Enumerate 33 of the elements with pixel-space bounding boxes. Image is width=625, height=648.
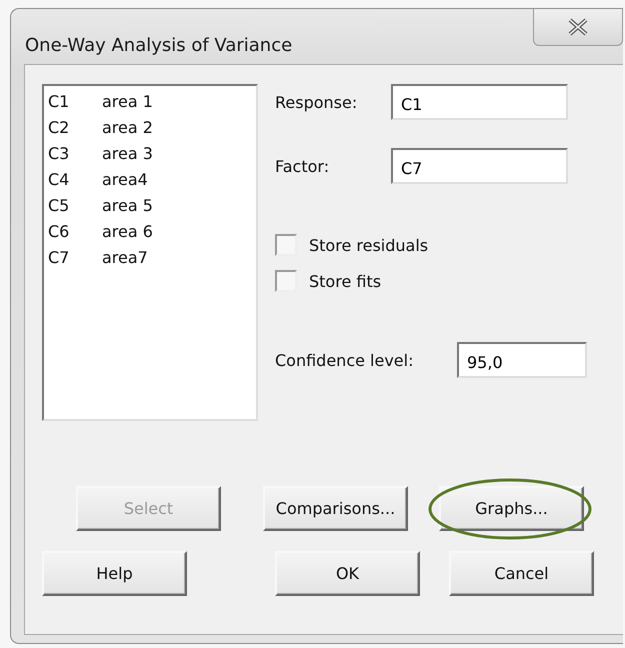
dialog-button[interactable]: Comparisons... xyxy=(263,486,408,531)
dialog-button[interactable]: Help xyxy=(42,551,187,596)
column-name: area4 xyxy=(102,169,148,191)
close-button[interactable] xyxy=(533,9,623,46)
column-name: area 5 xyxy=(102,195,153,217)
close-icon xyxy=(567,18,589,36)
dialog-button[interactable]: Cancel xyxy=(449,551,594,596)
column-name: area 2 xyxy=(102,117,153,139)
dialog-button[interactable]: Graphs... xyxy=(439,486,584,531)
field-label: Factor: xyxy=(275,156,330,176)
checkbox[interactable] xyxy=(275,234,297,256)
field-label: Response: xyxy=(275,92,358,112)
dialog-button[interactable]: OK xyxy=(275,551,420,596)
column-name: area7 xyxy=(102,247,148,269)
column-name: area 1 xyxy=(102,91,153,113)
column-code: C6 xyxy=(48,221,70,243)
column-list[interactable]: C1 area 1 C2 area 2 C3 area 3 C4 area4 C5 area 5 C6 area 6 C7 area7 xyxy=(42,84,258,421)
field-label: Confidence level: xyxy=(275,350,414,370)
input-field[interactable]: C7 xyxy=(391,148,568,184)
column-code: C5 xyxy=(48,195,70,217)
checkbox[interactable] xyxy=(275,270,297,292)
window-title: One-Way Analysis of Variance xyxy=(25,35,292,56)
column-code: C2 xyxy=(48,117,70,139)
column-name: area 3 xyxy=(102,143,153,165)
input-field[interactable]: C1 xyxy=(391,84,568,120)
input-field[interactable]: 95,0 xyxy=(457,342,587,378)
column-code: C7 xyxy=(48,247,70,269)
column-code: C4 xyxy=(48,169,70,191)
checkbox-label: Store residuals xyxy=(309,236,428,254)
column-code: C1 xyxy=(48,91,70,113)
column-name: area 6 xyxy=(102,221,153,243)
column-code: C3 xyxy=(48,143,70,165)
checkbox-label: Store fits xyxy=(309,272,382,290)
